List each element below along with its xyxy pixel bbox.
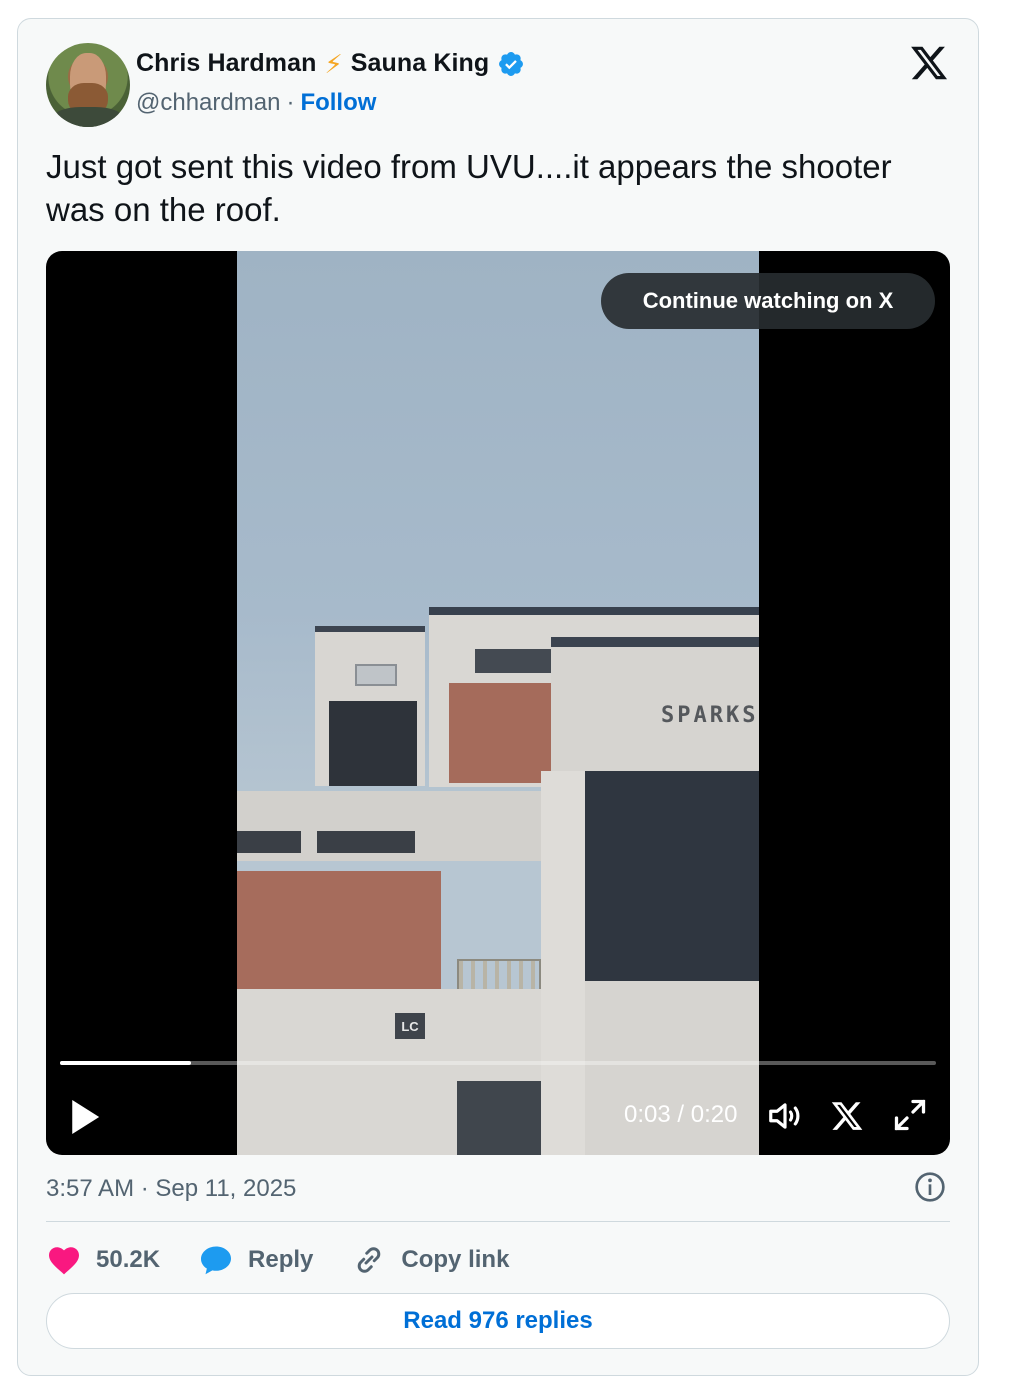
action-bar: 50.2K Reply Copy link: [46, 1237, 547, 1283]
x-logo-icon[interactable]: [907, 43, 951, 83]
read-replies-button[interactable]: Read 976 replies: [46, 1293, 950, 1349]
volume-icon[interactable]: [766, 1097, 804, 1135]
reply-button[interactable]: Reply: [198, 1242, 313, 1278]
scene-lower-brick: [237, 871, 441, 989]
heart-icon: [49, 1247, 79, 1275]
handle-separator: ·: [286, 89, 295, 116]
scene-mid-window-1: [237, 831, 301, 853]
scene-upper-window: [355, 664, 397, 686]
tweet-timestamp[interactable]: 3:57 AM · Sep 11, 2025: [46, 1175, 296, 1203]
verified-badge-icon: [499, 51, 524, 76]
lightning-emoji: ⚡: [324, 48, 343, 79]
scene-brick-panel: [449, 683, 551, 783]
info-icon[interactable]: [914, 1171, 946, 1203]
author-name-second[interactable]: Sauna King: [351, 49, 490, 78]
author-handle[interactable]: @chhardman: [136, 89, 280, 117]
play-icon[interactable]: [68, 1097, 102, 1137]
divider: [46, 1221, 950, 1222]
author-name-first[interactable]: Chris Hardman: [136, 49, 317, 78]
follow-button[interactable]: Follow: [300, 89, 376, 117]
like-count: 50.2K: [96, 1246, 161, 1273]
author-name-line[interactable]: Chris Hardman ⚡ Sauna King: [136, 49, 525, 78]
x-video-icon[interactable]: [830, 1099, 864, 1133]
scene-dark-panel: [329, 701, 417, 786]
fullscreen-icon[interactable]: [892, 1097, 928, 1133]
scene-sign-sparks: SPARKS: [661, 703, 759, 728]
tweet-text: Just got sent this video from UVU....it …: [46, 148, 892, 228]
scene-mid-window-2: [317, 831, 415, 853]
reply-bubble-icon: [201, 1246, 232, 1275]
link-icon: [358, 1247, 381, 1273]
scene-column: [541, 771, 585, 1155]
author-avatar[interactable]: [46, 43, 130, 127]
scene-glass-wall: [585, 771, 759, 981]
continue-watching-button[interactable]: Continue watching on X: [601, 273, 935, 329]
video-player[interactable]: SPARKS LC Continue watching on X 0:03 / …: [46, 251, 950, 1155]
reply-label: Reply: [248, 1246, 314, 1273]
like-button[interactable]: 50.2K: [46, 1242, 160, 1278]
avatar-shirt: [52, 107, 124, 127]
video-frame: SPARKS LC: [237, 251, 759, 1155]
video-progress-fill: [60, 1061, 192, 1065]
scene-sign-lc: LC: [395, 1013, 425, 1039]
scene-doorway: [457, 1081, 541, 1155]
author-handle-line: @chhardman · Follow: [136, 89, 376, 117]
copy-link-label: Copy link: [401, 1246, 510, 1273]
video-progress-bar[interactable]: [60, 1061, 936, 1065]
tweet-embed-card: Chris Hardman ⚡ Sauna King @chhardman · …: [17, 18, 979, 1376]
video-time: 0:03 / 0:20: [624, 1101, 738, 1128]
copy-link-button[interactable]: Copy link: [351, 1242, 509, 1278]
